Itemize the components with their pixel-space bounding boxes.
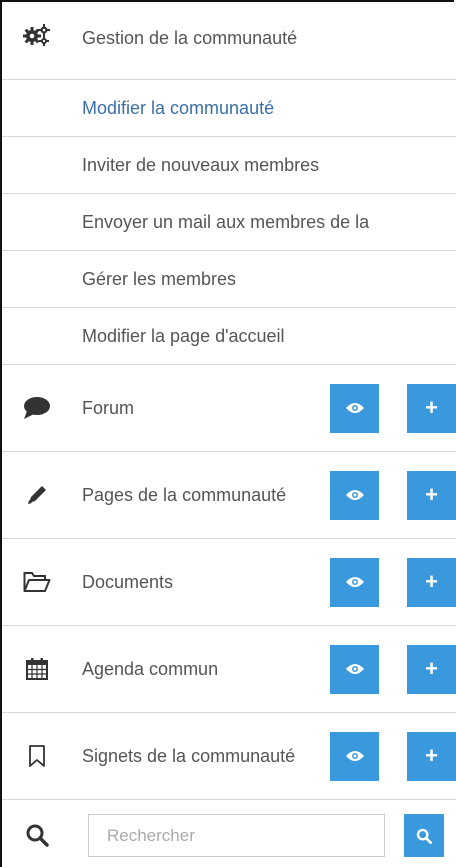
calendar-icon <box>22 654 52 684</box>
menu-item-label[interactable]: Modifier la communauté <box>82 98 274 119</box>
add-page-button[interactable]: + <box>407 470 456 520</box>
search-button[interactable] <box>404 814 444 857</box>
menu-item-mail-members[interactable]: Envoyer un mail aux membres de la <box>2 194 456 251</box>
menu-item-label[interactable]: Modifier la page d'accueil <box>82 326 285 347</box>
view-pages-button[interactable] <box>330 470 379 520</box>
tool-label[interactable]: Pages de la communauté <box>82 485 286 506</box>
tool-label[interactable]: Forum <box>82 398 134 419</box>
eye-icon <box>345 403 364 413</box>
search-row <box>2 802 456 867</box>
add-document-button[interactable]: + <box>407 557 456 607</box>
community-management-header: Gestion de la communauté <box>2 2 456 80</box>
menu-item-invite-members[interactable]: Inviter de nouveaux membres <box>2 137 456 194</box>
menu-item-label[interactable]: Gérer les membres <box>82 269 236 290</box>
tool-label[interactable]: Agenda commun <box>82 659 218 680</box>
tool-label[interactable]: Signets de la communauté <box>82 746 295 767</box>
add-bookmark-button[interactable]: + <box>407 731 456 781</box>
search-icon <box>22 820 52 850</box>
plus-icon: + <box>425 656 438 681</box>
pencil-icon <box>22 480 52 510</box>
tool-label[interactable]: Documents <box>82 572 173 593</box>
tool-row-bookmarks[interactable]: Signets de la communauté + <box>2 713 456 800</box>
menu-item-label[interactable]: Inviter de nouveaux membres <box>82 155 319 176</box>
menu-item-edit-community[interactable]: Modifier la communauté <box>2 80 456 137</box>
comment-icon <box>22 393 52 423</box>
view-forum-button[interactable] <box>330 383 379 433</box>
tool-row-forum[interactable]: Forum + <box>2 365 456 452</box>
plus-icon: + <box>425 395 438 420</box>
header-title: Gestion de la communauté <box>82 28 298 48</box>
add-event-button[interactable]: + <box>407 644 456 694</box>
tool-row-pages[interactable]: Pages de la communauté + <box>2 452 456 539</box>
folder-open-icon <box>22 567 52 597</box>
menu-item-label[interactable]: Envoyer un mail aux membres de la <box>82 212 369 233</box>
view-agenda-button[interactable] <box>330 644 379 694</box>
gears-icon <box>22 20 52 50</box>
menu-item-manage-members[interactable]: Gérer les membres <box>2 251 456 308</box>
add-forum-button[interactable]: + <box>407 383 456 433</box>
menu-item-edit-homepage[interactable]: Modifier la page d'accueil <box>2 308 456 365</box>
search-icon <box>416 828 432 844</box>
plus-icon: + <box>425 569 438 594</box>
bookmark-icon <box>22 741 52 771</box>
view-documents-button[interactable] <box>330 557 379 607</box>
tool-row-documents[interactable]: Documents + <box>2 539 456 626</box>
eye-icon <box>345 751 364 761</box>
plus-icon: + <box>425 482 438 507</box>
eye-icon <box>345 577 364 587</box>
search-input[interactable] <box>88 814 385 857</box>
tool-row-agenda[interactable]: Agenda commun + <box>2 626 456 713</box>
eye-icon <box>345 490 364 500</box>
eye-icon <box>345 664 364 674</box>
plus-icon: + <box>425 743 438 768</box>
view-bookmarks-button[interactable] <box>330 731 379 781</box>
